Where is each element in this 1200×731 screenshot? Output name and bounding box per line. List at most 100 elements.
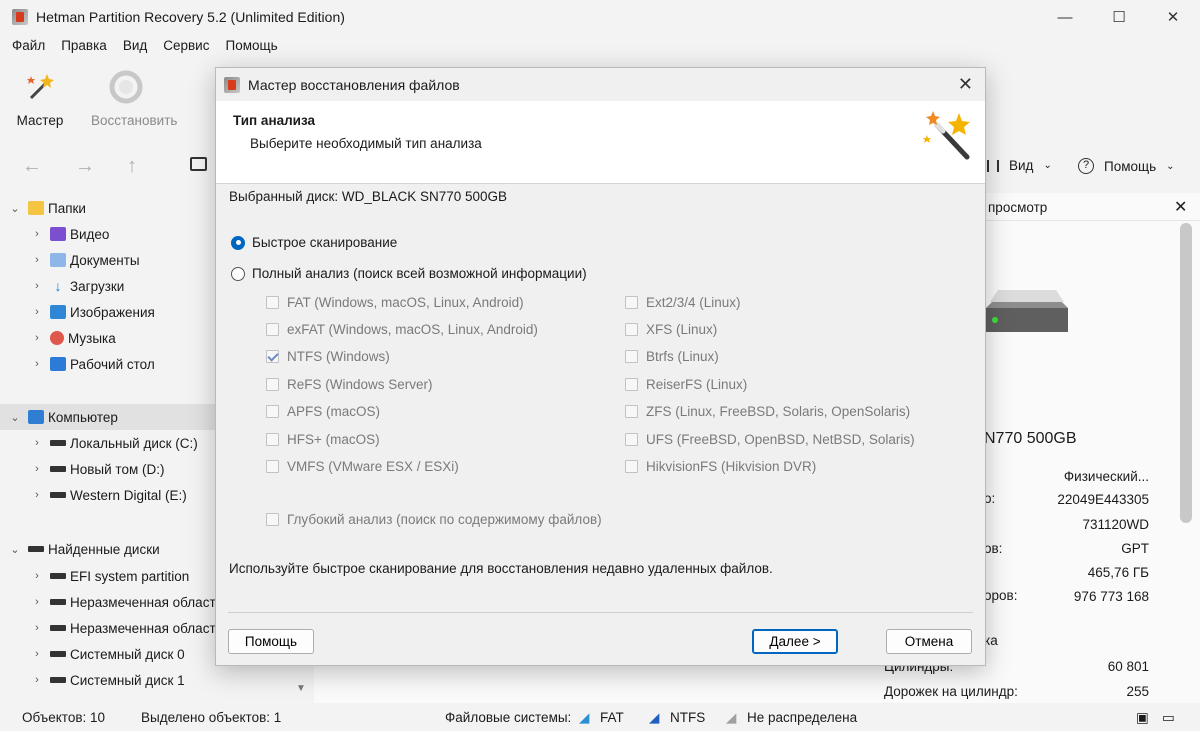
up-arrow-icon[interactable]: ↑ — [127, 155, 137, 178]
checkbox-label: Ext2/3/4 (Linux) — [646, 295, 741, 310]
chevron-right-icon[interactable]: › — [30, 489, 44, 501]
chevron-right-icon[interactable]: › — [30, 280, 44, 292]
tree-label: Новый том (D:) — [70, 461, 165, 477]
close-icon[interactable]: ✕ — [958, 74, 973, 95]
tree-label: Музыка — [68, 330, 116, 346]
checkbox-icon[interactable] — [266, 323, 279, 336]
menu-file[interactable]: Файл — [12, 38, 45, 53]
checkbox-zfs[interactable]: ZFS (Linux, FreeBSD, Solaris, OpenSolari… — [625, 404, 910, 419]
chevron-right-icon[interactable]: › — [30, 254, 44, 266]
tree-label: Видео — [70, 226, 110, 242]
checkbox-icon[interactable] — [625, 350, 638, 363]
chevron-right-icon[interactable]: › — [30, 358, 44, 370]
drive-icon — [50, 573, 66, 579]
window-icon[interactable]: ▭ — [1162, 710, 1175, 726]
checkbox-apfs[interactable]: APFS (macOS) — [266, 404, 380, 419]
menu-view[interactable]: Вид — [123, 38, 147, 53]
checkbox-reiserfs[interactable]: ReiserFS (Linux) — [625, 377, 747, 392]
image-icon — [50, 305, 66, 319]
checkbox-ntfs[interactable]: NTFS (Windows) — [266, 349, 390, 364]
checkbox-fat[interactable]: FAT (Windows, macOS, Linux, Android) — [266, 295, 524, 310]
help-button[interactable]: Помощь — [228, 629, 314, 654]
chevron-right-icon[interactable]: › — [30, 596, 44, 608]
monitor-icon[interactable] — [190, 157, 207, 171]
checkbox-icon[interactable] — [625, 378, 638, 391]
app-icon — [12, 9, 28, 25]
chevron-right-icon[interactable]: › — [30, 674, 44, 686]
help-dropdown[interactable]: ? Помощь ⌄ — [1078, 158, 1175, 174]
checkbox-label: ReFS (Windows Server) — [287, 377, 433, 392]
radio-fast-scan[interactable]: Быстрое сканирование — [231, 235, 397, 250]
status-fat: FAT — [600, 710, 624, 725]
chevron-down-icon: ⌄ — [1166, 160, 1175, 172]
checkbox-icon[interactable] — [625, 296, 638, 309]
radio-full-analysis[interactable]: Полный анализ (поиск всей возможной инфо… — [231, 266, 587, 281]
lifebuoy-icon — [109, 70, 143, 104]
checkbox-btrfs[interactable]: Btrfs (Linux) — [625, 349, 719, 364]
checkbox-hikvisionfs[interactable]: HikvisionFS (Hikvision DVR) — [625, 459, 816, 474]
preview-scrollbar[interactable] — [1180, 223, 1192, 523]
tree-label: Рабочий стол — [70, 356, 155, 372]
menu-help[interactable]: Помощь — [225, 38, 277, 53]
close-button[interactable]: ✕ — [1146, 0, 1200, 34]
checkbox-deep-analysis[interactable]: Глубокий анализ (поиск по содержимому фа… — [266, 512, 602, 527]
chevron-down-icon[interactable]: ⌄ — [8, 202, 22, 215]
next-button[interactable]: Далее > — [752, 629, 838, 654]
view-dropdown[interactable]: Вид ⌄ — [987, 158, 1052, 173]
chevron-down-icon[interactable]: ⌄ — [8, 543, 22, 556]
checkbox-icon[interactable] — [266, 378, 279, 391]
menu-edit[interactable]: Правка — [61, 38, 107, 53]
checkbox-icon[interactable] — [266, 405, 279, 418]
drive-icon — [28, 546, 44, 552]
checkbox-checked-icon[interactable] — [266, 350, 279, 363]
tree-item-system-disk-1[interactable]: › Системный диск 1 — [0, 667, 314, 693]
close-icon[interactable]: ✕ — [1174, 197, 1187, 217]
chevron-right-icon[interactable]: › — [30, 570, 44, 582]
checkbox-hfs[interactable]: HFS+ (macOS) — [266, 432, 380, 447]
chevron-down-icon[interactable]: ⌄ — [8, 411, 22, 424]
chevron-right-icon[interactable]: › — [30, 437, 44, 449]
restore-button[interactable]: Восстановить — [91, 70, 177, 128]
radio-selected-icon[interactable] — [231, 235, 245, 250]
computer-icon — [28, 410, 44, 424]
checkbox-icon[interactable] — [625, 433, 638, 446]
checkbox-icon[interactable] — [625, 405, 638, 418]
scroll-down-icon[interactable]: ▼ — [296, 683, 306, 694]
dialog-heading: Тип анализа — [233, 113, 316, 128]
checkbox-label: exFAT (Windows, macOS, Linux, Android) — [287, 322, 538, 337]
status-unallocated: Не распределена — [747, 710, 858, 725]
checkbox-icon[interactable] — [625, 323, 638, 336]
forward-arrow-icon[interactable]: → — [75, 155, 95, 178]
checkbox-exfat[interactable]: exFAT (Windows, macOS, Linux, Android) — [266, 322, 538, 337]
checkbox-ufs[interactable]: UFS (FreeBSD, OpenBSD, NetBSD, Solaris) — [625, 432, 915, 447]
menu-tools[interactable]: Сервис — [163, 38, 209, 53]
checkbox-icon[interactable] — [266, 460, 279, 473]
radio-unselected-icon[interactable] — [231, 266, 245, 281]
back-arrow-icon[interactable]: ← — [22, 155, 42, 178]
wizard-button[interactable]: Мастер — [5, 70, 75, 128]
chevron-right-icon[interactable]: › — [30, 306, 44, 318]
view-icon — [987, 159, 999, 172]
minimize-button[interactable]: — — [1038, 0, 1092, 34]
chevron-right-icon[interactable]: › — [30, 648, 44, 660]
checkbox-vmfs[interactable]: VMFS (VMware ESX / ESXi) — [266, 459, 459, 474]
chevron-right-icon[interactable]: › — [30, 332, 44, 344]
checkbox-ext[interactable]: Ext2/3/4 (Linux) — [625, 295, 741, 310]
chevron-right-icon[interactable]: › — [30, 622, 44, 634]
save-icon[interactable]: ▣ — [1136, 710, 1149, 726]
checkbox-xfs[interactable]: XFS (Linux) — [625, 322, 717, 337]
checkbox-icon[interactable] — [266, 513, 279, 526]
cancel-button[interactable]: Отмена — [886, 629, 972, 654]
maximize-button[interactable]: ☐ — [1092, 0, 1146, 34]
checkbox-icon[interactable] — [266, 296, 279, 309]
checkbox-icon[interactable] — [266, 433, 279, 446]
tree-label: Изображения — [70, 304, 155, 320]
chevron-right-icon[interactable]: › — [30, 228, 44, 240]
title-bar: Hetman Partition Recovery 5.2 (Unlimited… — [0, 0, 1200, 34]
radio-label: Быстрое сканирование — [252, 235, 398, 250]
checkbox-icon[interactable] — [625, 460, 638, 473]
tree-label: Системный диск 1 — [70, 672, 185, 688]
checkbox-refs[interactable]: ReFS (Windows Server) — [266, 377, 433, 392]
chevron-right-icon[interactable]: › — [30, 463, 44, 475]
magic-wand-icon — [923, 111, 970, 160]
